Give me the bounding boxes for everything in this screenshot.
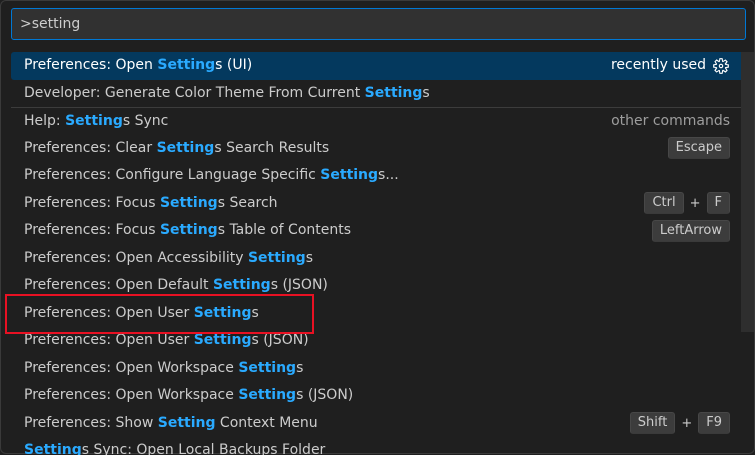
command-label-suffix: s (JSON) bbox=[270, 277, 328, 293]
command-palette: Preferences: Open Settings (UI) recently… bbox=[0, 0, 755, 455]
command-item[interactable]: Preferences: Focus Settings Search Ctrl … bbox=[11, 190, 746, 218]
command-label-prefix: Preferences: Open Workspace bbox=[24, 387, 239, 403]
keybinding-key: Ctrl bbox=[644, 192, 684, 215]
command-search-input[interactable] bbox=[12, 9, 745, 39]
command-item-open-user-settings[interactable]: Preferences: Open User Settings bbox=[11, 300, 746, 328]
command-item[interactable]: Preferences: Open Workspace Settings bbox=[11, 355, 746, 383]
command-label-match: Setting bbox=[238, 359, 297, 376]
command-label-suffix: s... bbox=[378, 167, 399, 183]
keybinding-plus: + bbox=[681, 415, 693, 431]
command-label-prefix: Preferences: Open Default bbox=[24, 277, 213, 293]
keybinding-key: Escape bbox=[667, 137, 730, 160]
command-item[interactable]: Settings Sync: Open Local Backups Folder bbox=[11, 437, 746, 455]
command-item[interactable]: Preferences: Open User Settings (JSON) bbox=[11, 327, 746, 355]
gear-icon[interactable] bbox=[712, 57, 730, 75]
command-label-suffix: s (JSON) bbox=[251, 332, 309, 348]
keybinding-key: LeftArrow bbox=[651, 219, 730, 242]
command-label-match: Setting bbox=[320, 167, 379, 183]
command-label-match: Setting bbox=[24, 442, 82, 455]
command-input-wrapper bbox=[11, 8, 746, 40]
command-label-prefix: Preferences: Open User bbox=[24, 304, 194, 321]
command-label-suffix: s Sync bbox=[122, 113, 169, 129]
command-label-suffix: s Search bbox=[217, 194, 278, 211]
command-item[interactable]: Preferences: Open Workspace Settings (JS… bbox=[11, 382, 746, 410]
command-label-suffix: Context Menu bbox=[215, 414, 318, 431]
recently-used-label: recently used bbox=[610, 57, 706, 73]
command-list: Preferences: Open Settings (UI) recently… bbox=[11, 52, 746, 455]
command-label-suffix: s (UI) bbox=[215, 57, 253, 73]
command-label-match: Setting bbox=[159, 194, 218, 211]
command-label-match: Setting bbox=[159, 222, 218, 238]
command-label-suffix: s (JSON) bbox=[296, 387, 354, 403]
command-label-suffix: s Table of Contents bbox=[217, 222, 352, 238]
command-label-prefix: Preferences: Open Workspace bbox=[24, 359, 239, 376]
keybinding-plus: + bbox=[689, 195, 701, 211]
command-label-match: Setting bbox=[157, 57, 216, 73]
command-label-suffix: s bbox=[296, 359, 304, 376]
command-label-match: Setting bbox=[65, 113, 123, 129]
command-label-prefix: Preferences: Focus bbox=[24, 222, 160, 238]
command-label-prefix: Preferences: Clear bbox=[24, 139, 157, 156]
command-label-prefix: Preferences: Open User bbox=[24, 332, 194, 348]
command-item[interactable]: Preferences: Open Default Settings (JSON… bbox=[11, 272, 746, 300]
command-label-match: Setting bbox=[238, 387, 297, 403]
command-label-match: Setting bbox=[212, 277, 271, 293]
other-commands-label: other commands bbox=[611, 113, 730, 129]
command-label-suffix: s Sync: Open Local Backups Folder bbox=[81, 442, 326, 455]
command-label-match: Setting bbox=[156, 139, 215, 156]
command-item[interactable]: Preferences: Show Setting Context Menu S… bbox=[11, 410, 746, 438]
keybinding-key: F9 bbox=[698, 412, 730, 435]
command-item[interactable]: Help: Settings Sync other commands bbox=[11, 107, 746, 135]
command-label-match: Setting bbox=[157, 414, 216, 431]
command-label-prefix: Preferences: Open Accessibility bbox=[24, 249, 248, 266]
command-label-prefix: Help: bbox=[24, 113, 66, 129]
command-label-match: Setting bbox=[193, 332, 252, 348]
command-label-match: Setting bbox=[193, 304, 252, 321]
keybinding-key: F bbox=[706, 192, 730, 215]
keybinding-key: Shift bbox=[629, 412, 676, 435]
command-label-match: Setting bbox=[364, 84, 423, 101]
command-label-prefix: Preferences: Open bbox=[24, 57, 158, 73]
command-label-suffix: s bbox=[422, 84, 430, 101]
command-label-prefix: Preferences: Focus bbox=[24, 194, 160, 211]
command-item[interactable]: Preferences: Focus Settings Table of Con… bbox=[11, 217, 746, 245]
command-label-prefix: Preferences: Show bbox=[24, 414, 158, 431]
command-label-suffix: s Search Results bbox=[214, 139, 330, 156]
command-label-suffix: s bbox=[251, 304, 259, 321]
command-item[interactable]: Preferences: Open Accessibility Settings bbox=[11, 245, 746, 273]
command-item[interactable]: Developer: Generate Color Theme From Cur… bbox=[11, 80, 746, 108]
command-item[interactable]: Preferences: Open Settings (UI) recently… bbox=[11, 52, 746, 80]
command-label-match: Setting bbox=[247, 249, 306, 266]
command-label-suffix: s bbox=[305, 249, 313, 266]
command-label-prefix: Developer: Generate Color Theme From Cur… bbox=[24, 84, 365, 101]
command-label-prefix: Preferences: Configure Language Specific bbox=[24, 167, 321, 183]
command-item[interactable]: Preferences: Configure Language Specific… bbox=[11, 162, 746, 190]
command-item[interactable]: Preferences: Clear Settings Search Resul… bbox=[11, 135, 746, 163]
list-scrollbar[interactable] bbox=[741, 52, 754, 332]
